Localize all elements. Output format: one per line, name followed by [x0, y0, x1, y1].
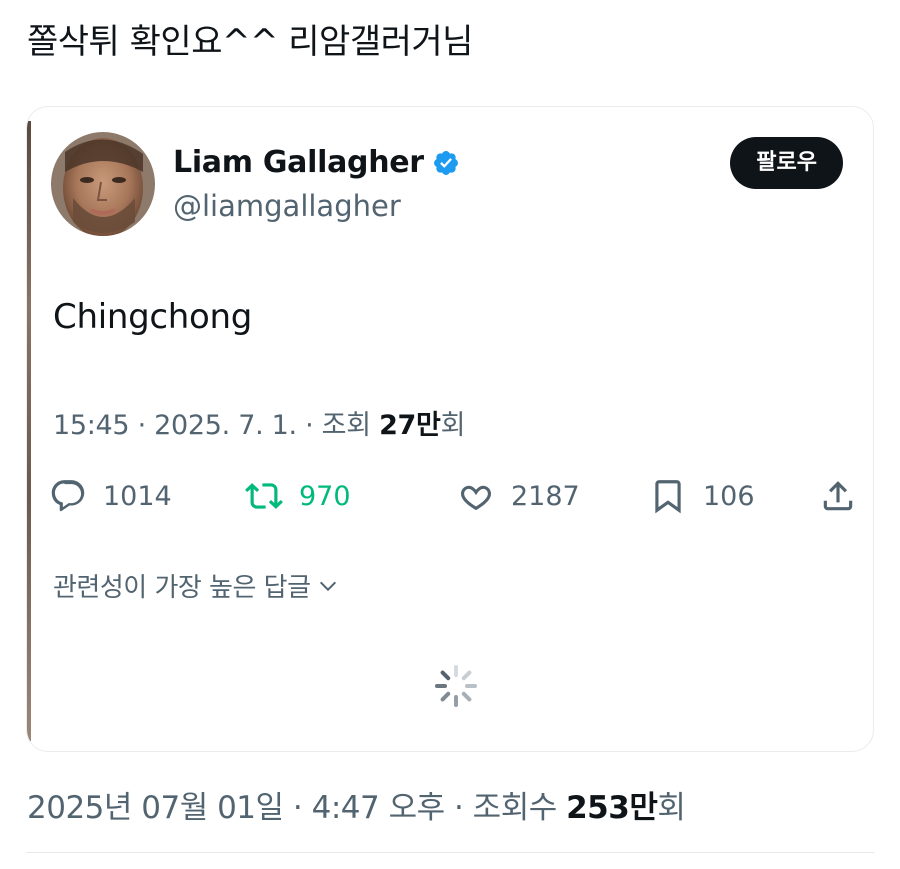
like-count: 2187: [511, 480, 580, 512]
post-footer-meta: 2025년 07월 01일 · 4:47 오후 · 조회수 253만회: [27, 782, 686, 827]
action-bar: 1014 970 2187 106: [49, 472, 855, 520]
tweet-views-suffix: 회: [440, 410, 466, 441]
post-title: 쫄삭튀 확인요^^ 리암갤러거님: [27, 22, 473, 62]
post-views-suffix: 회: [657, 790, 686, 826]
replies-sort-label: 관련성이 가장 높은 답글: [53, 573, 311, 603]
author-name-row[interactable]: Liam Gallagher: [173, 145, 460, 180]
tweet-timestamp[interactable]: 15:45 · 2025. 7. 1. · 조회: [53, 410, 379, 441]
bookmark-icon: [655, 480, 681, 514]
tweet-views-count: 27만: [379, 410, 441, 441]
retweet-count: 970: [299, 480, 351, 512]
follow-button[interactable]: 팔로우: [730, 137, 843, 189]
reply-count: 1014: [103, 480, 172, 512]
post-datetime: 2025년 07월 01일 · 4:47 오후 · 조회수: [27, 790, 567, 826]
share-upload-icon: [823, 481, 853, 511]
retweet-arrows-icon: [245, 483, 283, 509]
author-handle[interactable]: @liamgallagher: [173, 189, 401, 223]
like-button[interactable]: 2187: [457, 472, 580, 520]
speech-bubble-icon: [51, 480, 85, 512]
tweet-embed-card[interactable]: Liam Gallagher @liamgallagher 팔로우 Chingc…: [26, 106, 874, 752]
share-button[interactable]: [819, 472, 857, 520]
heart-icon: [460, 485, 492, 511]
left-image-edge: [27, 121, 31, 741]
replies-sort-dropdown[interactable]: 관련성이 가장 높은 답글: [53, 567, 339, 604]
tweet-meta: 15:45 · 2025. 7. 1. · 조회 27만회: [53, 403, 465, 442]
divider: [26, 852, 874, 853]
reply-button[interactable]: 1014: [49, 472, 172, 520]
post-views-count: 253만: [566, 790, 658, 826]
bookmark-count: 106: [703, 480, 755, 512]
author-name[interactable]: Liam Gallagher: [173, 145, 424, 180]
verified-badge-icon: [432, 149, 460, 177]
bookmark-button[interactable]: 106: [649, 472, 755, 520]
retweet-button[interactable]: 970: [245, 472, 351, 520]
avatar[interactable]: [51, 132, 155, 236]
tweet-text: Chingchong: [53, 297, 253, 337]
loading-spinner-icon: [435, 665, 477, 707]
chevron-down-icon: [319, 581, 336, 591]
